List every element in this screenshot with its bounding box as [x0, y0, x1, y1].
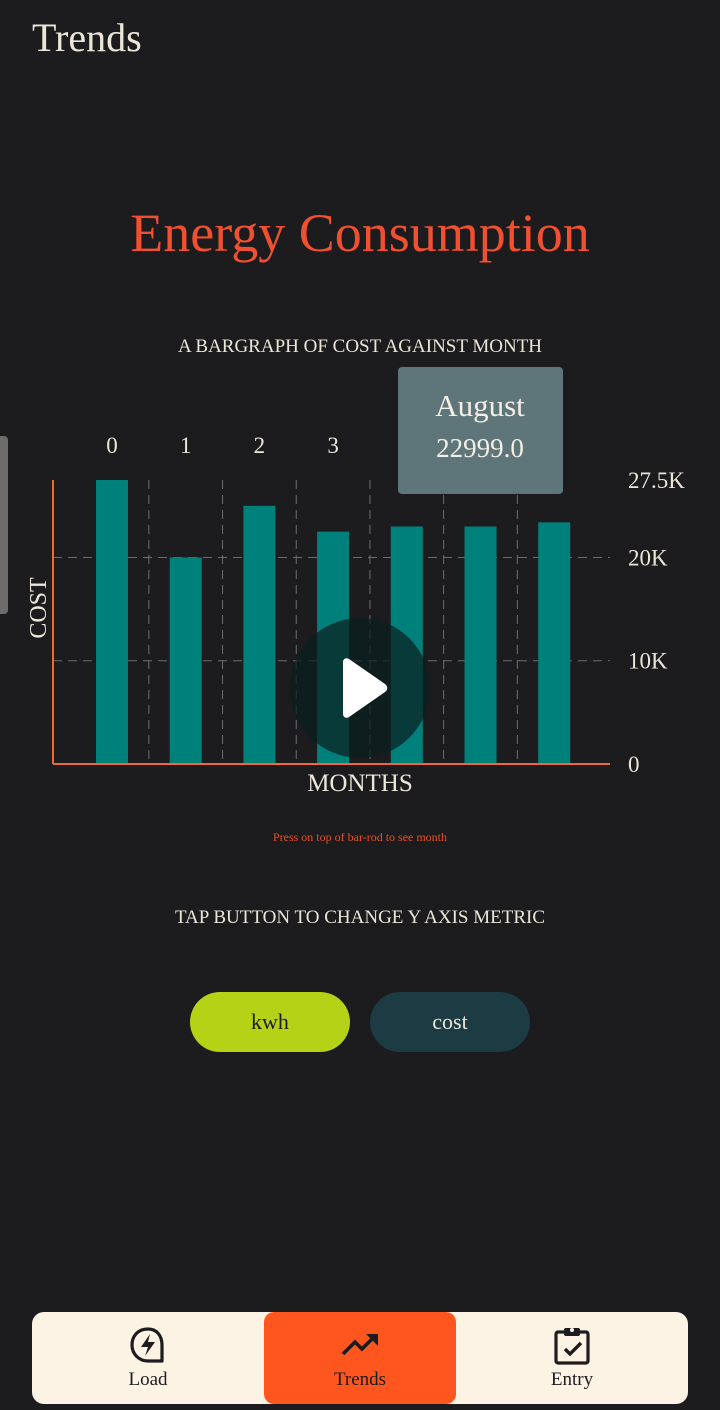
- nav-item-load[interactable]: Load: [32, 1312, 264, 1404]
- y-tick-label: 20K: [628, 545, 668, 570]
- x-tick-label: 3: [327, 433, 339, 458]
- cost-button[interactable]: cost: [370, 992, 530, 1052]
- metric-caption: TAP BUTTON TO CHANGE Y AXIS METRIC: [174, 907, 546, 928]
- kwh-button[interactable]: kwh: [190, 992, 350, 1052]
- chart-heading: Energy Consumption: [130, 203, 590, 263]
- page-title: Trends: [32, 15, 142, 60]
- y-tick-label: 27.5K: [628, 468, 685, 493]
- y-tick-label: 0: [628, 752, 640, 777]
- x-tick-label: 0: [106, 433, 118, 458]
- bar[interactable]: [464, 526, 497, 764]
- nav-label-trends: Trends: [333, 1369, 387, 1390]
- bar-chart[interactable]: 0 1 2 3 0 10K 20K 27.5K MONTHS COST August 22999.0: [0, 360, 720, 810]
- tooltip-box: [398, 367, 563, 494]
- x-axis-title: MONTHS: [307, 770, 413, 797]
- chart-hint: Press on top of bar-rod to see month: [272, 830, 448, 844]
- nav-label-load: Load: [128, 1369, 168, 1390]
- nav-item-trends[interactable]: Trends: [264, 1312, 456, 1404]
- bar[interactable]: [243, 505, 276, 764]
- y-tick-label: 10K: [628, 649, 668, 674]
- trending-up-icon: [341, 1334, 378, 1356]
- bar[interactable]: [96, 480, 128, 764]
- x-tick-label: 1: [180, 433, 192, 458]
- clipboard-check-icon: [554, 1328, 590, 1365]
- chart-caption: A BARGRAPH OF COST AGAINST MONTH: [177, 336, 543, 357]
- nav-item-entry[interactable]: Entry: [456, 1312, 688, 1404]
- bolt-leaf-icon: [130, 1327, 164, 1363]
- nav-label-entry: Entry: [550, 1369, 594, 1390]
- tooltip-value: 22999.0: [436, 433, 524, 463]
- tooltip-title: August: [435, 388, 525, 423]
- bar[interactable]: [538, 522, 571, 764]
- bottom-navigation: Load Trends Entry: [32, 1312, 688, 1404]
- x-tick-label: 2: [254, 433, 266, 458]
- y-axis-title: COST: [26, 577, 52, 639]
- bar[interactable]: [169, 557, 202, 764]
